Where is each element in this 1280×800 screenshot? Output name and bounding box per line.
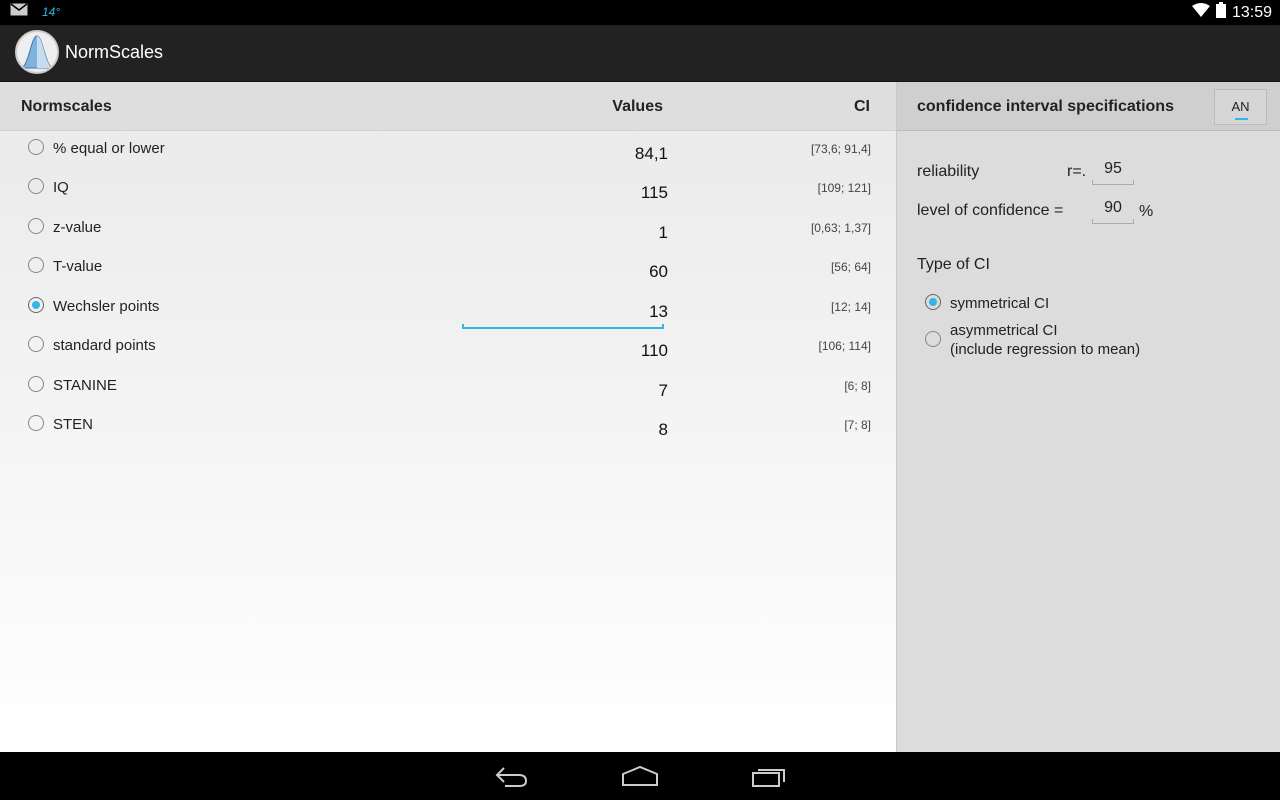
option-label: asymmetrical CI <box>950 322 1058 339</box>
recent-apps-icon[interactable] <box>751 764 787 793</box>
radio-button[interactable] <box>28 376 44 392</box>
action-bar: NormScales <box>0 25 1280 82</box>
scale-row-percent[interactable]: % equal or lower 84,1 [73,6; 91,4] <box>0 132 896 168</box>
radio-button[interactable] <box>28 139 44 155</box>
scale-label: IQ <box>53 179 69 196</box>
header-values: Values <box>612 98 663 115</box>
scale-label: T-value <box>53 258 103 275</box>
clock-text: 13:59 <box>1231 3 1272 21</box>
scale-row-stanine[interactable]: STANINE 7 [6; 8] <box>0 369 896 405</box>
scale-row-sten[interactable]: STEN 8 [7; 8] <box>0 408 896 444</box>
option-label: symmetrical CI <box>950 295 1050 312</box>
status-bar: 14° 13:59 <box>0 0 1280 25</box>
battery-icon <box>1215 2 1226 23</box>
radio-button[interactable] <box>28 178 44 194</box>
value-field[interactable]: 84,1 <box>635 144 668 164</box>
radio-button[interactable] <box>28 218 44 234</box>
radio-button[interactable] <box>28 415 44 431</box>
value-field[interactable]: 115 <box>641 183 668 203</box>
option-sublabel: (include regression to mean) <box>950 341 1141 358</box>
ci-panel-header: confidence interval specifications AN <box>897 82 1280 131</box>
scale-row-t-value[interactable]: T-value 60 [56; 64] <box>0 250 896 286</box>
ci-type-label: Type of CI <box>917 256 990 273</box>
ci-text: [7; 8] <box>844 418 871 432</box>
radio-button[interactable] <box>925 331 941 347</box>
scale-row-iq[interactable]: IQ 115 [109; 121] <box>0 171 896 207</box>
app-logo-icon[interactable] <box>15 30 59 74</box>
scale-label: z-value <box>53 219 102 236</box>
app-title: NormScales <box>65 42 164 62</box>
asymmetrical-ci-option[interactable]: asymmetrical CI (include regression to m… <box>897 319 1280 363</box>
ci-text: [73,6; 91,4] <box>810 142 871 156</box>
confidence-unit: % <box>1139 203 1154 220</box>
value-field[interactable]: 110 <box>641 341 668 361</box>
radio-button[interactable] <box>28 257 44 273</box>
value-field[interactable]: 8 <box>659 420 668 440</box>
reliability-input[interactable]: 95 <box>1092 160 1134 185</box>
ci-text: [56; 64] <box>830 260 871 274</box>
navigation-bar <box>0 752 1280 800</box>
scale-label: STANINE <box>53 377 117 394</box>
ci-text: [106; 114] <box>818 339 872 353</box>
radio-button-selected[interactable] <box>925 294 941 310</box>
value-input-active[interactable]: 13 <box>649 302 668 322</box>
value-field[interactable]: 60 <box>649 262 668 282</box>
scale-label: Wechsler points <box>53 298 160 315</box>
value-field[interactable]: 1 <box>659 223 668 243</box>
header-ci: CI <box>854 98 870 115</box>
temperature-text: 14° <box>42 5 61 19</box>
scale-label: STEN <box>53 416 94 433</box>
ci-panel-title: confidence interval specifications <box>917 98 1174 115</box>
table-header: Normscales Values CI <box>0 82 896 131</box>
value-field[interactable]: 7 <box>659 381 668 401</box>
scale-label: standard points <box>53 337 156 354</box>
an-button[interactable]: AN <box>1214 89 1267 125</box>
confidence-label: level of confidence = <box>917 202 1064 219</box>
gmail-icon <box>10 3 28 21</box>
symmetrical-ci-option[interactable]: symmetrical CI <box>897 292 1280 318</box>
reliability-label: reliability <box>917 163 980 180</box>
confidence-input[interactable]: 90 <box>1092 199 1134 224</box>
ci-text: [12; 14] <box>830 300 871 314</box>
wifi-icon <box>1191 3 1210 22</box>
radio-button[interactable] <box>28 336 44 352</box>
header-normscales: Normscales <box>21 98 112 115</box>
ci-specifications-panel: confidence interval specifications AN re… <box>896 82 1280 752</box>
back-icon[interactable] <box>495 764 529 793</box>
scale-label: % equal or lower <box>53 140 165 157</box>
reliability-prefix: r=. <box>1067 163 1087 180</box>
normscales-panel: Normscales Values CI % equal or lower 84… <box>0 82 896 752</box>
ci-text: [109; 121] <box>817 181 871 195</box>
home-icon[interactable] <box>621 764 659 793</box>
ci-text: [0,63; 1,37] <box>810 221 871 235</box>
ci-text: [6; 8] <box>844 379 871 393</box>
scale-row-z-value[interactable]: z-value 1 [0,63; 1,37] <box>0 211 896 247</box>
scale-row-standard-points[interactable]: standard points 110 [106; 114] <box>0 329 896 365</box>
radio-button-selected[interactable] <box>28 297 44 313</box>
scale-row-wechsler[interactable]: Wechsler points 13 [12; 14] <box>0 290 896 329</box>
